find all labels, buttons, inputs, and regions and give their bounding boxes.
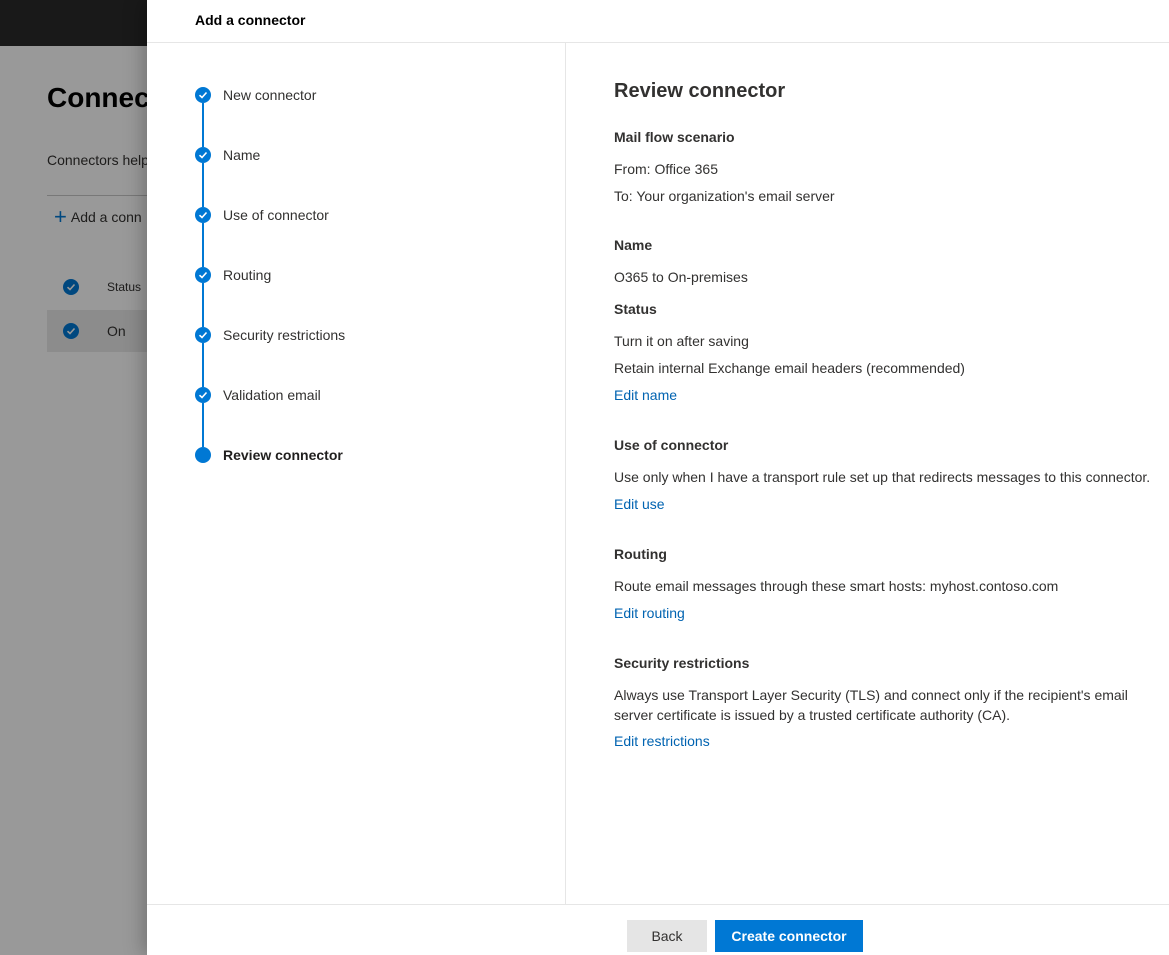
step-label: Name [223,147,261,163]
step-label: Security restrictions [223,327,346,343]
edit-use-link[interactable]: Edit use [614,496,665,512]
add-connector-panel: Add a connector New connector Name Use o… [147,0,1169,955]
step-complete-icon [195,267,211,283]
step-connector-line [202,343,204,387]
step-connector-line [202,163,204,207]
routing-value: Route email messages through these smart… [614,578,1059,594]
create-connector-button[interactable]: Create connector [715,920,863,952]
step-connector-line [202,223,204,267]
step-name[interactable]: Name [195,147,495,167]
use-value: Use only when I have a transport rule se… [614,469,1151,485]
step-use-of-connector[interactable]: Use of connector [195,207,495,227]
use-title: Use of connector [614,437,729,453]
status-title: Status [614,301,657,317]
panel-divider [565,43,566,904]
security-value: Always use Transport Layer Security (TLS… [614,687,1128,723]
status-line-1: Turn it on after saving [614,333,749,349]
step-current-icon [195,447,211,463]
step-validation-email[interactable]: Validation email [195,387,495,407]
step-review-connector[interactable]: Review connector [195,447,495,467]
name-title: Name [614,237,653,253]
step-complete-icon [195,207,211,223]
step-connector-line [202,403,204,447]
step-routing[interactable]: Routing [195,267,495,287]
step-label: Routing [223,267,272,283]
step-connector-line [202,283,204,327]
step-label: New connector [223,87,317,103]
mail-flow-from: From: Office 365 [614,161,719,177]
review-heading: Review connector [614,80,786,102]
status-line-2: Retain internal Exchange email headers (… [614,360,965,376]
step-new-connector[interactable]: New connector [195,87,495,107]
security-title: Security restrictions [614,655,750,671]
step-connector-line [202,103,204,147]
routing-title: Routing [614,546,667,562]
mail-flow-to: To: Your organization's email server [614,188,835,204]
step-complete-icon [195,387,211,403]
step-complete-icon [195,147,211,163]
edit-routing-link[interactable]: Edit routing [614,605,685,621]
step-label: Validation email [223,387,321,403]
edit-restrictions-link[interactable]: Edit restrictions [614,733,710,749]
back-button[interactable]: Back [627,920,707,952]
mail-flow-title: Mail flow scenario [614,129,735,145]
step-security-restrictions[interactable]: Security restrictions [195,327,495,347]
edit-name-link[interactable]: Edit name [614,387,677,403]
step-label: Review connector [223,447,343,463]
step-complete-icon [195,327,211,343]
step-label: Use of connector [223,207,329,223]
panel-title: Add a connector [195,12,306,28]
panel-header: Add a connector [147,0,1169,43]
name-value: O365 to On-premises [614,269,748,285]
step-complete-icon [195,87,211,103]
